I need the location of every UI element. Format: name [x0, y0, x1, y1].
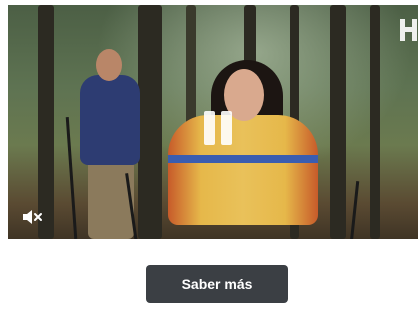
brand-logo-icon[interactable]: [396, 15, 418, 45]
tree-trunk: [38, 5, 54, 239]
hiker-man-head: [96, 49, 122, 81]
hiker-woman-jacket: [168, 115, 318, 225]
speaker-muted-icon[interactable]: [20, 205, 44, 229]
hiker-man-backpack: [80, 75, 140, 165]
tree-trunk: [370, 5, 380, 239]
trekking-pole: [349, 181, 360, 239]
tree-trunk: [138, 5, 162, 239]
pause-bar-left: [204, 111, 215, 145]
pause-bar-right: [221, 111, 232, 145]
video-ad-unit: Saber más: [0, 0, 418, 328]
pause-icon[interactable]: [204, 111, 234, 145]
hiker-woman-jacket-stripe: [168, 155, 318, 163]
learn-more-button[interactable]: Saber más: [146, 265, 288, 303]
video-player[interactable]: [8, 5, 418, 239]
tree-trunk: [330, 5, 346, 239]
trekking-pole: [65, 117, 78, 239]
hiker-man-legs: [88, 155, 134, 239]
